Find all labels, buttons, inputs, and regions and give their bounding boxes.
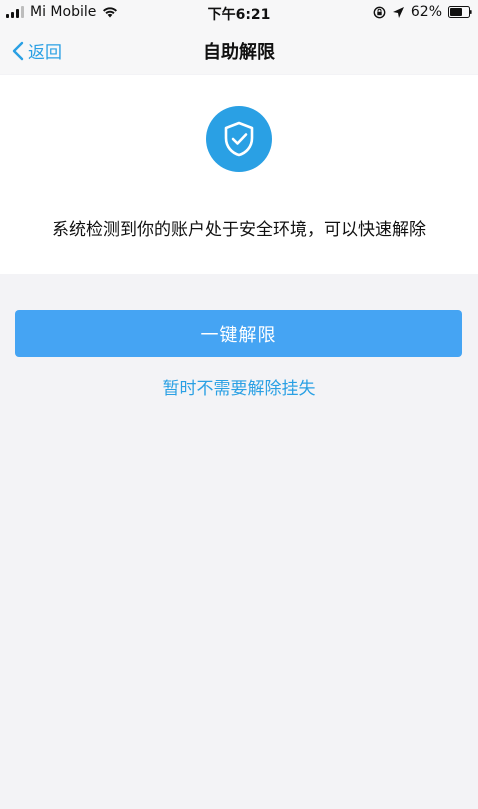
location-arrow-icon <box>392 6 404 18</box>
status-right: 62% <box>373 4 472 20</box>
status-card: 系统检测到你的账户处于安全环境，可以快速解除 <box>0 75 478 274</box>
nav-bar: 返回 自助解限 <box>0 26 478 74</box>
back-label: 返回 <box>28 43 62 63</box>
status-message: 系统检测到你的账户处于安全环境，可以快速解除 <box>52 220 426 240</box>
shield-check-icon <box>224 121 254 157</box>
unlock-button[interactable]: 一键解限 <box>15 310 462 357</box>
rotation-lock-icon <box>373 6 386 18</box>
page-title: 自助解限 <box>203 42 275 63</box>
screen: Mi Mobile 下午6:21 62% 返回 自助解限 系统检测到你的账户处于… <box>0 0 478 809</box>
shield-badge <box>206 106 272 172</box>
status-bar: Mi Mobile 下午6:21 62% <box>0 0 478 26</box>
battery-percent: 62% <box>410 4 442 20</box>
chevron-left-icon <box>12 41 24 60</box>
skip-unlock-link[interactable]: 暂时不需要解除挂失 <box>0 374 478 399</box>
back-button[interactable]: 返回 <box>12 38 62 63</box>
battery-icon <box>448 6 472 18</box>
